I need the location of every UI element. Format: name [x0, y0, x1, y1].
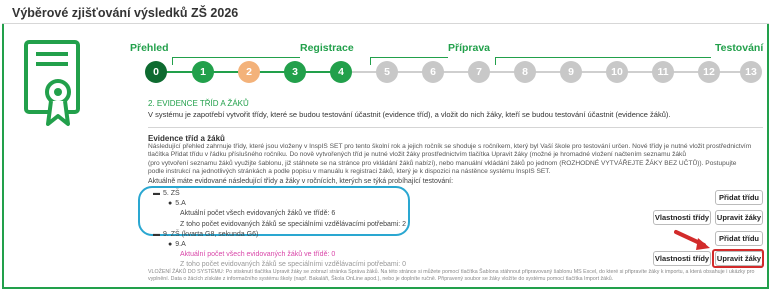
evidence-paragraph: (pro vytvoření seznamu žáků využijte šab…	[148, 159, 737, 167]
section-title: 2. EVIDENCE TŘÍD A ŽÁKŮ	[148, 99, 249, 108]
title-bar: Výběrové zjišťování výsledků ZŠ 2026	[2, 2, 769, 24]
step-1[interactable]: 1	[192, 61, 214, 83]
phase-prehled[interactable]: Přehled	[130, 42, 169, 54]
evidence-paragraph: Následující přehled zahrnuje třídy, kter…	[148, 143, 752, 159]
class-name: 9.A	[175, 241, 186, 248]
phase-testovani[interactable]: Testování	[715, 42, 763, 54]
phase-registrace[interactable]: Registrace	[300, 42, 354, 54]
evidence-paragraph: podle instrukcí na jednotlivých stránkác…	[148, 168, 551, 176]
section-intro: V systému je zapotřebí vytvořit třídy, k…	[148, 110, 671, 119]
phase-divider	[370, 57, 448, 58]
step-2[interactable]: 2	[238, 61, 260, 83]
grade-label: 9. ZŠ (kvarta G8, sekunda G6)	[163, 231, 259, 238]
class-icon: ●	[168, 241, 173, 248]
arrow-pointer-icon	[674, 230, 710, 250]
classes-intro: Aktuálně máte evidované následující tříd…	[148, 178, 454, 185]
step-12[interactable]: 12	[698, 61, 720, 83]
phase-divider	[172, 57, 300, 58]
highlight-box	[712, 249, 764, 268]
step-8[interactable]: 8	[514, 61, 536, 83]
footer-note: VLOŽENÍ ŽÁKŮ DO SYSTÉMU: Po stisknutí tl…	[148, 269, 755, 282]
document-certificate-icon	[24, 40, 80, 126]
evidence-title: Evidence tříd a žáků	[148, 134, 225, 143]
step-7[interactable]: 7	[468, 61, 490, 83]
phase-bar: Přehled Registrace Příprava Testování	[130, 42, 763, 65]
folder-icon: ▬	[153, 231, 160, 238]
class-properties-button[interactable]: Vlastnosti třídy	[653, 251, 711, 266]
step-9[interactable]: 9	[560, 61, 582, 83]
step-10[interactable]: 10	[606, 61, 628, 83]
class-properties-button[interactable]: Vlastnosti třídy	[653, 210, 711, 225]
special-needs-count: Z toho počet evidovaných žáků se speciál…	[180, 261, 407, 268]
step-5[interactable]: 5	[376, 61, 398, 83]
step-progress: 0 1 2 3 4 5 6 7 8 9 10 11 12 13	[140, 60, 765, 84]
step-4[interactable]: 4	[330, 61, 352, 83]
add-class-button[interactable]: Přidat třídu	[715, 190, 763, 205]
phase-priprava[interactable]: Příprava	[448, 42, 490, 54]
divider	[148, 127, 763, 128]
page-title: Výběrové zjišťování výsledků ZŠ 2026	[12, 6, 239, 20]
grade-row-9: ▬ 9. ZŠ (kvarta G8, sekunda G6)	[153, 231, 258, 238]
step-0[interactable]: 0	[145, 61, 167, 83]
step-11[interactable]: 11	[652, 61, 674, 83]
step-6[interactable]: 6	[422, 61, 444, 83]
add-class-button[interactable]: Přidat třídu	[715, 231, 763, 246]
step-13[interactable]: 13	[740, 61, 762, 83]
edit-students-button[interactable]: Upravit žáky	[715, 210, 763, 225]
class-row-9a: ● 9.A	[168, 241, 186, 248]
student-count: Aktuální počet všech evidovaných žáků ve…	[180, 251, 336, 258]
phase-divider	[495, 57, 711, 58]
evidence-description: Následující přehled zahrnuje třídy, kter…	[148, 143, 760, 177]
step-3[interactable]: 3	[284, 61, 306, 83]
highlight-oval	[138, 186, 410, 236]
